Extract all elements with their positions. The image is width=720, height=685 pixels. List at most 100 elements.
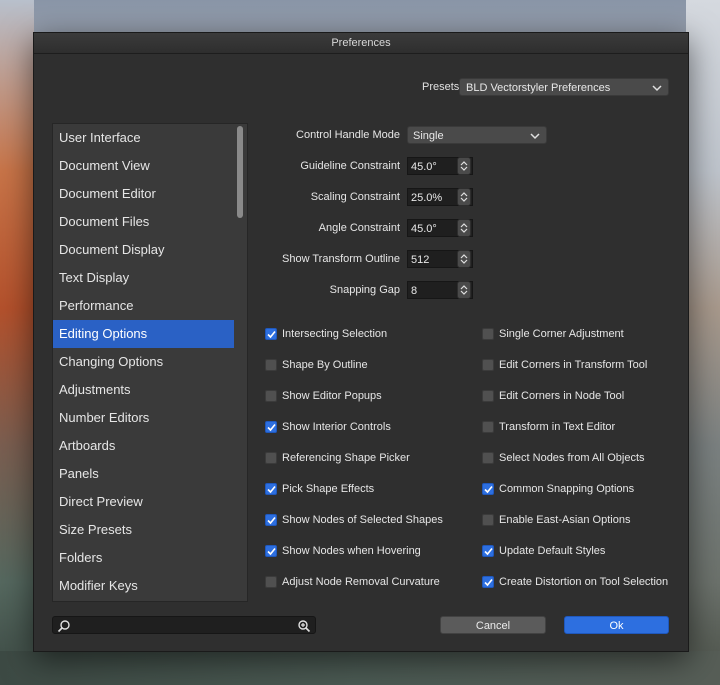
sidebar-item-label: Performance <box>59 298 134 313</box>
sidebar-item-label: Artboards <box>59 438 116 453</box>
sidebar-item-label: Document Editor <box>59 186 156 201</box>
desktop-wallpaper-left <box>0 0 34 685</box>
checkbox-label: Enable East-Asian Options <box>499 514 631 526</box>
checkmark-icon <box>484 485 493 494</box>
sidebar-item-editing-options[interactable]: Editing Options <box>53 320 234 348</box>
sidebar-item-label: Modifier Keys <box>59 578 138 593</box>
sidebar-item-label: Text Display <box>59 270 130 285</box>
checkbox-label: Show Nodes of Selected Shapes <box>282 514 443 526</box>
checkbox-checked[interactable] <box>482 545 494 557</box>
checkbox-label: Show Editor Popups <box>282 390 382 402</box>
stepper-arrows-icon <box>460 192 468 202</box>
checkbox-unchecked[interactable] <box>482 452 494 464</box>
checkbox-checked[interactable] <box>265 421 277 433</box>
scaling-constraint-stepper[interactable] <box>457 188 471 206</box>
checkbox-checked[interactable] <box>482 576 494 588</box>
chevron-down-icon <box>530 133 540 140</box>
checkbox-unchecked[interactable] <box>482 359 494 371</box>
checkbox-label: Update Default Styles <box>499 545 606 557</box>
cancel-button[interactable]: Cancel <box>440 616 546 634</box>
sidebar-item-label: Document Files <box>59 214 150 229</box>
angle-constraint-label: Angle Constraint <box>318 222 400 234</box>
checkbox-label: Select Nodes from All Objects <box>499 452 645 464</box>
sidebar-item-folders[interactable]: Folders <box>53 544 234 572</box>
guideline-constraint-label: Guideline Constraint <box>300 160 400 172</box>
sidebar-item-modifier-keys[interactable]: Modifier Keys <box>53 572 234 600</box>
sidebar-item-label: Size Presets <box>59 522 132 537</box>
search-icon <box>57 620 70 633</box>
sidebar-item-performance[interactable]: Performance <box>53 292 234 320</box>
checkbox-checked[interactable] <box>265 328 277 340</box>
sidebar-item-label: Number Editors <box>59 410 150 425</box>
show-transform-outline-stepper[interactable] <box>457 250 471 268</box>
snapping-gap-label: Snapping Gap <box>329 284 400 296</box>
checkbox-label: Create Distortion on Tool Selection <box>499 576 669 588</box>
sidebar-item-direct-preview[interactable]: Direct Preview <box>53 488 234 516</box>
sidebar-item-document-files[interactable]: Document Files <box>53 208 234 236</box>
sidebar-item-text-display[interactable]: Text Display <box>53 264 234 292</box>
ok-button[interactable]: Ok <box>564 616 669 634</box>
scaling-constraint-label: Scaling Constraint <box>310 191 400 203</box>
sidebar-item-label: Editing Options <box>59 326 148 341</box>
stepper-arrows-icon <box>460 223 468 233</box>
desktop-wallpaper-right <box>686 0 720 685</box>
checkbox-checked[interactable] <box>265 514 277 526</box>
show-transform-outline-label: Show Transform Outline <box>282 253 400 265</box>
guideline-constraint-stepper[interactable] <box>457 157 471 175</box>
checkbox-checked[interactable] <box>482 483 494 495</box>
search-field[interactable] <box>52 616 316 634</box>
checkbox-label: Show Interior Controls <box>282 421 391 433</box>
sidebar-item-label: Panels <box>59 466 99 481</box>
sidebar-item-label: Document View <box>59 158 150 173</box>
stepper-arrows-icon <box>460 161 468 171</box>
stepper-arrows-icon <box>460 285 468 295</box>
preferences-window: Preferences Presets BLD Vectorstyler Pre… <box>33 32 689 652</box>
sidebar-item-label: Folders <box>59 550 103 565</box>
checkbox-label: Intersecting Selection <box>282 328 388 340</box>
preferences-sidebar[interactable]: User Interface Document View Document Ed… <box>52 123 248 602</box>
control-handle-mode-dropdown[interactable]: Single <box>407 126 547 144</box>
checkbox-unchecked[interactable] <box>482 390 494 402</box>
sidebar-item-size-presets[interactable]: Size Presets <box>53 516 234 544</box>
checkbox-unchecked[interactable] <box>265 359 277 371</box>
sidebar-item-artboards[interactable]: Artboards <box>53 432 234 460</box>
sidebar-item-changing-options[interactable]: Changing Options <box>53 348 234 376</box>
checkbox-checked[interactable] <box>265 545 277 557</box>
presets-value: BLD Vectorstyler Preferences <box>466 82 611 94</box>
checkmark-icon <box>267 516 276 525</box>
sidebar-item-label: Adjustments <box>59 382 131 397</box>
checkbox-unchecked[interactable] <box>265 576 277 588</box>
checkbox-unchecked[interactable] <box>265 390 277 402</box>
checkbox-label: Common Snapping Options <box>499 483 635 495</box>
checkmark-icon <box>484 547 493 556</box>
sidebar-item-label: Direct Preview <box>59 494 143 509</box>
checkmark-icon <box>267 485 276 494</box>
checkbox-unchecked[interactable] <box>265 452 277 464</box>
sidebar-item-number-editors[interactable]: Number Editors <box>53 404 234 432</box>
control-handle-mode-value: Single <box>413 130 444 142</box>
sidebar-item-document-view[interactable]: Document View <box>53 152 234 180</box>
sidebar-item-document-display[interactable]: Document Display <box>53 236 234 264</box>
checkmark-icon <box>267 547 276 556</box>
checkbox-unchecked[interactable] <box>482 514 494 526</box>
sidebar-item-panels[interactable]: Panels <box>53 460 234 488</box>
sidebar-item-adjustments[interactable]: Adjustments <box>53 376 234 404</box>
presets-dropdown[interactable]: BLD Vectorstyler Preferences <box>459 78 669 96</box>
checkmark-icon <box>267 330 276 339</box>
checkbox-checked[interactable] <box>265 483 277 495</box>
chevron-down-icon <box>652 85 662 92</box>
checkmark-icon <box>484 578 493 587</box>
checkbox-label: Edit Corners in Transform Tool <box>499 359 648 371</box>
sidebar-item-user-interface[interactable]: User Interface <box>53 124 234 152</box>
checkbox-label: Pick Shape Effects <box>282 483 375 495</box>
snapping-gap-stepper[interactable] <box>457 281 471 299</box>
checkbox-unchecked[interactable] <box>482 328 494 340</box>
checkbox-unchecked[interactable] <box>482 421 494 433</box>
checkbox-label: Referencing Shape Picker <box>282 452 410 464</box>
sidebar-item-document-editor[interactable]: Document Editor <box>53 180 234 208</box>
checkbox-label: Transform in Text Editor <box>499 421 616 433</box>
desktop-wallpaper-bottom <box>0 651 720 685</box>
zoom-in-icon[interactable] <box>297 619 311 633</box>
angle-constraint-stepper[interactable] <box>457 219 471 237</box>
checkbox-label: Show Nodes when Hovering <box>282 545 421 557</box>
